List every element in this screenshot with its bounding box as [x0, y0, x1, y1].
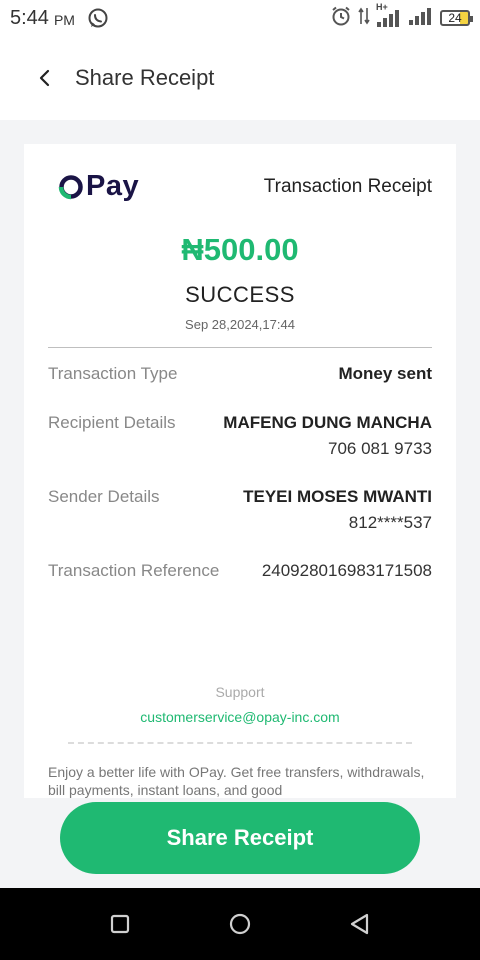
data-arrows-icon [358, 6, 370, 31]
sender-name: TEYEI MOSES MWANTI [243, 487, 432, 506]
back-nav-button[interactable] [340, 904, 380, 944]
network-type-label: H+ [376, 2, 388, 12]
recipient-account: 706 081 9733 [328, 439, 432, 458]
dashed-divider [68, 742, 412, 744]
recents-icon [110, 914, 130, 934]
logo-text: Pay [86, 170, 140, 202]
app-header: Share Receipt [0, 36, 480, 120]
opay-logo: Pay [58, 170, 139, 203]
sender-row: Sender Details TEYEI MOSES MWANTI 812***… [48, 487, 432, 533]
receipt-header: Pay Transaction Receipt [58, 170, 432, 203]
home-icon [229, 913, 251, 935]
status-ampm: PM [53, 11, 75, 28]
signal-icon-2 [408, 6, 434, 31]
support-email-link[interactable]: customerservice@opay-inc.com [24, 709, 456, 725]
support-label: Support [215, 684, 265, 700]
recipient-row: Recipient Details MAFENG DUNG MANCHA 706… [48, 413, 432, 459]
signal-icon: H+ [376, 2, 402, 28]
reference-label: Transaction Reference [48, 561, 220, 580]
page-title: Share Receipt [75, 65, 215, 90]
whatsapp-icon [87, 7, 109, 29]
recipient-label: Recipient Details [48, 413, 176, 432]
system-nav-bar [0, 888, 480, 960]
recipient-name: MAFENG DUNG MANCHA [223, 413, 432, 432]
alarm-icon [330, 5, 352, 32]
transaction-type-value: Money sent [338, 364, 432, 383]
back-nav-icon [350, 913, 369, 935]
transaction-amount: ₦500.00 [181, 232, 299, 267]
battery-level: 24 [448, 11, 462, 25]
transaction-type-label: Transaction Type [48, 364, 178, 383]
back-button[interactable] [25, 58, 65, 98]
status-icons: H+ 24 [330, 2, 473, 32]
status-bar: 5:44 PM H+ 24 [0, 0, 480, 36]
sender-account: 812****537 [348, 513, 432, 532]
transaction-datetime: Sep 28,2024,17:44 [185, 317, 295, 332]
transaction-type-row: Transaction Type Money sent [48, 364, 432, 384]
reference-value: 240928016983171508 [261, 561, 432, 580]
transaction-status: SUCCESS [185, 282, 295, 307]
recents-button[interactable] [100, 904, 140, 944]
battery-icon: 24 [440, 10, 473, 26]
home-button[interactable] [220, 904, 260, 944]
share-receipt-button[interactable]: Share Receipt [60, 802, 420, 874]
divider [48, 347, 432, 348]
sender-label: Sender Details [48, 487, 160, 506]
reference-row: Transaction Reference 240928016983171508 [48, 561, 432, 581]
receipt-title: Transaction Receipt [263, 175, 432, 197]
receipt-card: Pay Transaction Receipt ₦500.00 SUCCESS … [24, 144, 456, 798]
opay-logo-icon [58, 174, 83, 199]
back-arrow-icon [39, 69, 50, 87]
promo-text: Enjoy a better life with OPay. Get free … [48, 764, 425, 798]
status-time: 5:44 [10, 6, 49, 29]
